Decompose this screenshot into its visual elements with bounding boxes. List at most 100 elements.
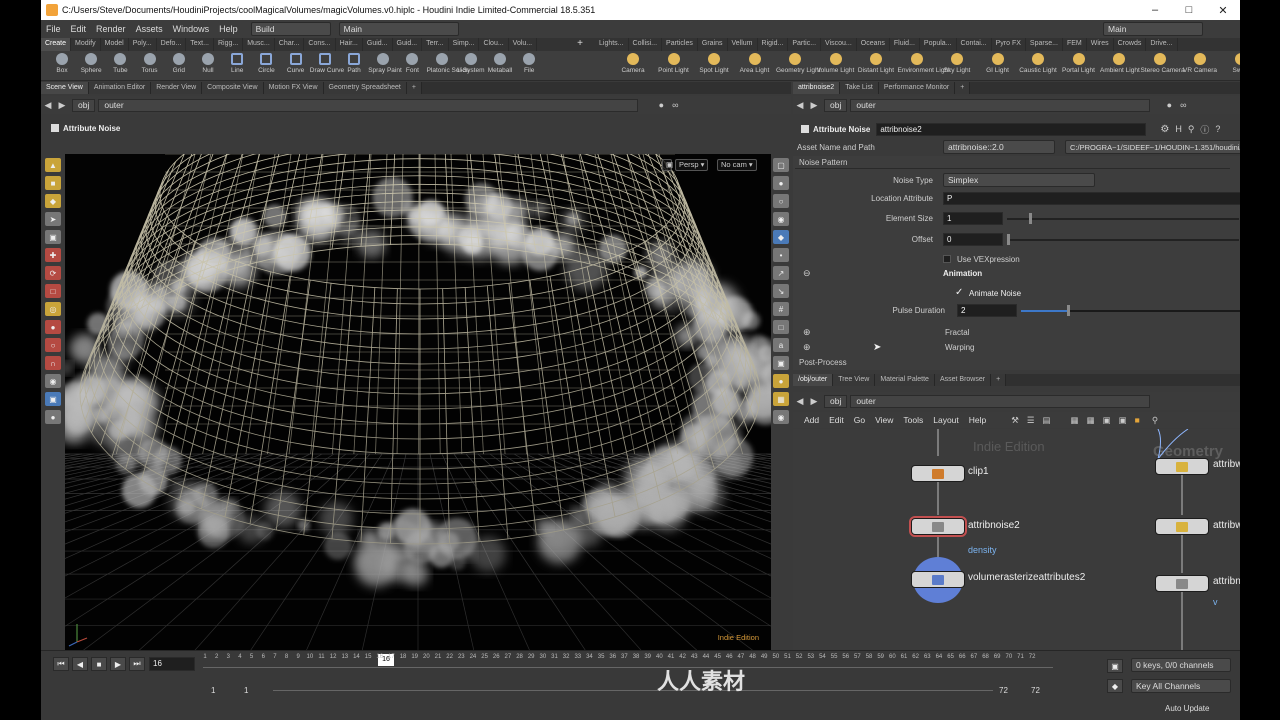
shelf-tab-right-12[interactable]: Pyro FX <box>992 38 1026 51</box>
shelf-tab-3[interactable]: Poly... <box>129 38 157 51</box>
frame-field[interactable]: 16 <box>149 657 195 671</box>
noise-pattern-tab[interactable]: Noise Pattern <box>799 158 847 167</box>
shelf-tab-9[interactable]: Cons... <box>304 38 336 51</box>
add-tab-icon[interactable]: + <box>406 82 422 94</box>
scale-tool-icon[interactable]: □ <box>45 284 61 298</box>
warping-label[interactable]: Warping <box>945 343 975 352</box>
shelf-tab-0[interactable]: Create <box>41 38 72 51</box>
shelf-tab-right-7[interactable]: Viscou... <box>821 38 857 51</box>
tool-ambient-light[interactable]: Ambient Light <box>1100 53 1140 74</box>
menu-help[interactable]: Help <box>964 415 991 425</box>
shelf-tab-right-8[interactable]: Oceans <box>857 38 890 51</box>
shelf-tab-15[interactable]: Clou... <box>479 38 509 51</box>
end-frame[interactable]: 72 <box>999 686 1008 695</box>
back-arrow-icon[interactable]: ◀ <box>793 100 807 111</box>
shelf-tab-1[interactable]: Modify <box>71 38 101 51</box>
pin-icon[interactable]: ● <box>1162 100 1176 110</box>
back-arrow-icon[interactable]: ◀ <box>793 396 807 407</box>
tool-distant-light[interactable]: Distant Light <box>857 53 895 74</box>
tree-icon[interactable]: ☰ <box>1027 415 1035 426</box>
shelf-tab-right-15[interactable]: Wires <box>1087 38 1114 51</box>
menu-view[interactable]: View <box>870 415 898 425</box>
pulse-duration-slider[interactable] <box>1021 305 1240 316</box>
gear-icon[interactable]: ⚙ <box>1160 124 1169 135</box>
ghost-icon[interactable]: ◉ <box>773 212 789 226</box>
maximize-button[interactable]: □ <box>1172 0 1206 20</box>
auto-update-label[interactable]: Auto Update <box>1165 704 1209 713</box>
node-clip1[interactable] <box>911 465 965 482</box>
start-frame[interactable]: 1 <box>211 686 215 695</box>
tool-volume-light[interactable]: Volume Light <box>817 53 855 74</box>
tool-torus[interactable]: Torus <box>135 53 165 74</box>
shelf-tab-right-11[interactable]: Contai... <box>957 38 992 51</box>
tab-geometry-spreadsheet[interactable]: Geometry Spreadsheet <box>323 82 407 94</box>
tool-platonic-solids[interactable]: Platonic Solids <box>427 53 469 74</box>
tool-metaball[interactable]: Metaball <box>485 53 515 74</box>
node-volumerasterizeattributes2[interactable] <box>911 571 965 588</box>
checkmark-icon[interactable]: ✓ <box>955 287 963 298</box>
move-tool-icon[interactable]: ✚ <box>45 248 61 262</box>
menu-render[interactable]: Render <box>91 24 131 34</box>
tool-sphere[interactable]: Sphere <box>76 53 106 74</box>
help-h-icon[interactable]: H <box>1175 124 1182 134</box>
render-region-icon[interactable]: ▣ <box>45 392 61 406</box>
tool-line[interactable]: Line <box>222 53 252 74</box>
add-shelf-icon[interactable]: + <box>565 38 595 51</box>
pointer-icon[interactable]: ➤ <box>45 212 61 226</box>
shelf-tab-7[interactable]: Musc... <box>243 38 275 51</box>
forward-arrow-icon[interactable]: ▶ <box>55 100 69 111</box>
shelf-tab-12[interactable]: Guid... <box>393 38 423 51</box>
shelf-tab-right-17[interactable]: Drive... <box>1146 38 1178 51</box>
pulse-duration-field[interactable]: 2 <box>957 303 1017 317</box>
shelf-tab-right-9[interactable]: Fluid... <box>890 38 920 51</box>
path-outer[interactable]: outer <box>98 98 639 112</box>
shelf-tab-right-0[interactable]: Lights... <box>595 38 629 51</box>
end-frame-2[interactable]: 72 <box>1031 686 1040 695</box>
path-obj[interactable]: obj <box>824 98 848 112</box>
layout-icon[interactable]: ▦ <box>1087 415 1095 426</box>
view-tool-icon[interactable]: ◉ <box>45 374 61 388</box>
noise-type-dropdown[interactable]: Simplex <box>943 173 1095 187</box>
tab-attribnoise2[interactable]: attribnoise2 <box>793 82 841 94</box>
tab-render-view[interactable]: Render View <box>151 82 203 94</box>
tool-camera[interactable]: Camera <box>614 53 652 74</box>
tool-portal-light[interactable]: Portal Light <box>1060 53 1098 74</box>
handle-tool-icon[interactable]: ◎ <box>45 302 61 316</box>
tab-motion-fx-view[interactable]: Motion FX View <box>263 82 324 94</box>
build-dropdown[interactable]: Build <box>250 22 331 36</box>
slider-handle[interactable] <box>1007 234 1010 245</box>
shelf-tab-right-14[interactable]: FEM <box>1063 38 1087 51</box>
tool-area-light[interactable]: Area Light <box>736 53 774 74</box>
menu-windows[interactable]: Windows <box>168 24 215 34</box>
tab-tree-view[interactable]: Tree View <box>833 374 876 386</box>
jump-end-button[interactable]: ⏭ <box>129 657 145 671</box>
shelf-tab-5[interactable]: Text... <box>186 38 214 51</box>
asset-name-dropdown[interactable]: attribnoise::2.0 <box>943 140 1055 154</box>
tool-gi-light[interactable]: GI Light <box>979 53 1017 74</box>
grid-icon[interactable]: ▦ <box>1071 415 1079 426</box>
menu-go[interactable]: Go <box>849 415 870 425</box>
normals-icon[interactable]: ↗ <box>773 266 789 280</box>
shelf-tab-13[interactable]: Terr... <box>422 38 449 51</box>
tool-sky-light[interactable]: Sky Light <box>938 53 976 74</box>
tool-spot-light[interactable]: Spot Light <box>695 53 733 74</box>
shelf-tab-right-16[interactable]: Crowds <box>1114 38 1147 51</box>
element-size-slider[interactable] <box>1007 213 1239 224</box>
shelf-tab-right-3[interactable]: Grains <box>698 38 728 51</box>
snapshot-icon[interactable]: ▣ <box>773 356 789 370</box>
tab-composite-view[interactable]: Composite View <box>202 82 264 94</box>
camera-tool-icon[interactable]: ● <box>45 410 61 424</box>
info-icon[interactable]: ⓘ <box>1200 123 1209 136</box>
tab-take-list[interactable]: Take List <box>840 82 879 94</box>
tool-stereo-camera[interactable]: Stereo Camera <box>1141 53 1185 74</box>
expand-plus-icon[interactable]: ⊕ <box>803 342 811 353</box>
list-icon[interactable]: ▤ <box>1043 415 1051 426</box>
shelf-tab-right-4[interactable]: Vellum <box>728 38 758 51</box>
collapse-minus-icon[interactable]: ⊖ <box>803 268 811 279</box>
brush-tool-icon[interactable]: ○ <box>45 338 61 352</box>
display-options-icon[interactable]: ▢ <box>773 158 789 172</box>
fractal-label[interactable]: Fractal <box>945 328 969 337</box>
menu-add[interactable]: Add <box>799 415 824 425</box>
add-tab-icon[interactable]: + <box>955 82 971 94</box>
select-edges-icon[interactable]: ◆ <box>45 194 61 208</box>
